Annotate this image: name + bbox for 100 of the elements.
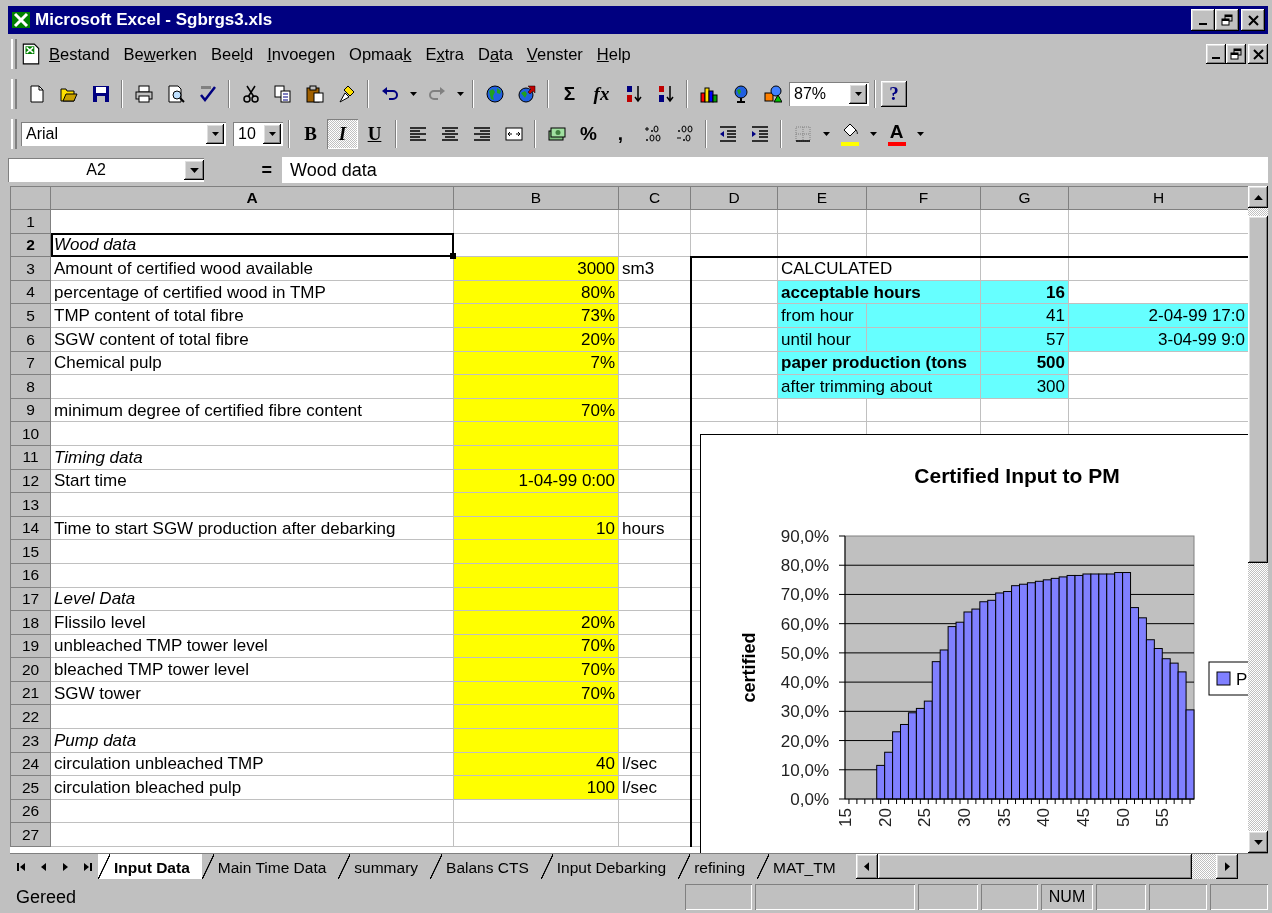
table-cell: 70% xyxy=(453,657,619,682)
row-header[interactable]: 19 xyxy=(10,634,51,658)
row-header[interactable]: 2 xyxy=(10,233,51,257)
restore-button[interactable] xyxy=(1226,44,1246,64)
comma-style-button[interactable]: , xyxy=(605,119,636,149)
toolbar-grip[interactable] xyxy=(11,119,17,149)
equals-sign: = xyxy=(260,158,273,182)
italic-button[interactable]: I xyxy=(327,119,358,149)
minimize-button[interactable] xyxy=(1206,44,1226,64)
column-header[interactable]: B xyxy=(453,186,619,210)
scroll-thumb[interactable] xyxy=(877,854,1192,879)
name-box[interactable]: A2 xyxy=(8,158,204,182)
sheet-tab[interactable]: Input Data xyxy=(98,854,202,879)
sum-button[interactable]: Σ xyxy=(554,79,585,109)
axis-label: 90,0% xyxy=(780,527,829,546)
column-header[interactable]: F xyxy=(866,186,981,210)
row-header[interactable]: 14 xyxy=(10,516,51,540)
axis-label: 15 xyxy=(835,808,855,827)
scroll-down-button[interactable] xyxy=(1248,831,1268,853)
table-cell: Wood data xyxy=(50,233,454,257)
help-button[interactable]: ? xyxy=(881,81,907,107)
row-header[interactable]: 23 xyxy=(10,728,51,753)
column-header[interactable]: A xyxy=(50,186,454,210)
row-header[interactable]: 12 xyxy=(10,469,51,493)
menu-item[interactable]: Beeld xyxy=(203,39,261,69)
close-button[interactable] xyxy=(1241,9,1265,31)
menu-item[interactable]: Bewerken xyxy=(116,39,204,69)
caret-icon xyxy=(409,92,417,96)
window-title: Microsoft Excel - Sgbrgs3.xls xyxy=(35,9,274,32)
row-header[interactable]: 4 xyxy=(10,280,51,304)
row-header[interactable]: 7 xyxy=(10,351,51,375)
minimize-button[interactable] xyxy=(1191,9,1215,31)
caret-icon xyxy=(854,92,862,96)
menu-item[interactable]: Invoegen xyxy=(260,39,343,69)
status-text: Gereed xyxy=(16,885,78,909)
scroll-thumb[interactable] xyxy=(1248,216,1268,563)
row-header[interactable]: 15 xyxy=(10,539,51,564)
font-size-field[interactable]: 10 xyxy=(233,122,283,146)
menu-item[interactable]: Data xyxy=(470,39,520,69)
menu-item[interactable]: Bestand xyxy=(42,39,117,69)
dropdown-button[interactable] xyxy=(263,124,281,144)
axis-label: 35 xyxy=(994,808,1014,827)
align-right-icon xyxy=(472,125,491,143)
row-header[interactable]: 18 xyxy=(10,610,51,635)
caret-icon xyxy=(211,132,219,136)
toolbar-grip[interactable] xyxy=(11,39,17,69)
scroll-right-button[interactable] xyxy=(1216,854,1238,879)
row-header[interactable]: 26 xyxy=(10,799,51,823)
underline-button[interactable]: U xyxy=(359,119,390,149)
scroll-left-button[interactable] xyxy=(855,854,878,879)
row-header[interactable]: 3 xyxy=(10,256,51,281)
axis-label: 80,0% xyxy=(780,556,829,576)
row-header[interactable]: 1 xyxy=(10,209,51,234)
menu-item[interactable]: Help xyxy=(589,39,638,69)
row-header[interactable]: 8 xyxy=(10,374,51,399)
close-icon xyxy=(1247,14,1259,26)
row-header[interactable]: 24 xyxy=(10,752,51,776)
row-header[interactable]: 5 xyxy=(10,303,51,328)
close-button[interactable] xyxy=(1248,44,1268,64)
font-name-field[interactable]: Arial xyxy=(21,122,226,146)
scroll-up-button[interactable] xyxy=(1248,186,1268,208)
row-header[interactable]: 17 xyxy=(10,587,51,611)
function-button[interactable]: fx xyxy=(586,79,617,109)
percent-button[interactable]: % xyxy=(573,119,604,149)
scroll-track[interactable] xyxy=(1248,208,1268,216)
axis-label: 0,0% xyxy=(790,790,829,809)
column-header[interactable]: D xyxy=(690,186,778,210)
zoom-field[interactable]: 87% xyxy=(789,82,869,106)
row-header[interactable]: 25 xyxy=(10,775,51,800)
row-header[interactable]: 22 xyxy=(10,704,51,729)
dropdown-button[interactable] xyxy=(184,160,204,180)
dropdown-button[interactable] xyxy=(849,84,867,104)
row-header[interactable]: 13 xyxy=(10,492,51,517)
table-cell: 40 xyxy=(453,752,619,776)
menu-item[interactable]: Opmaak xyxy=(342,39,419,69)
row-header[interactable]: 27 xyxy=(10,822,51,847)
align-left-icon xyxy=(408,125,427,143)
column-header[interactable]: C xyxy=(618,186,691,210)
dropdown-button[interactable] xyxy=(206,124,224,144)
font-color-button[interactable]: A xyxy=(881,119,912,149)
row-header[interactable]: 20 xyxy=(10,657,51,682)
column-header[interactable]: H xyxy=(1068,186,1248,210)
undo-arrow-icon xyxy=(380,85,399,103)
menu-item[interactable]: Venster xyxy=(519,39,590,69)
row-header[interactable]: 16 xyxy=(10,563,51,587)
column-header[interactable]: G xyxy=(980,186,1069,210)
row-header[interactable]: 11 xyxy=(10,445,51,470)
toolbar-grip[interactable] xyxy=(11,79,17,109)
right-arrow-icon xyxy=(1224,862,1230,871)
row-header[interactable]: 21 xyxy=(10,681,51,705)
formula-field[interactable]: Wood data xyxy=(282,157,1268,183)
row-header[interactable]: 6 xyxy=(10,327,51,352)
row-header[interactable]: 10 xyxy=(10,421,51,446)
column-header[interactable]: E xyxy=(777,186,867,210)
bold-button[interactable]: B xyxy=(295,119,326,149)
row-header[interactable]: 9 xyxy=(10,398,51,422)
restore-button[interactable] xyxy=(1215,9,1239,31)
scroll-track[interactable] xyxy=(1192,854,1216,879)
menu-item[interactable]: Extra xyxy=(418,39,471,69)
fill-handle[interactable] xyxy=(450,253,456,260)
